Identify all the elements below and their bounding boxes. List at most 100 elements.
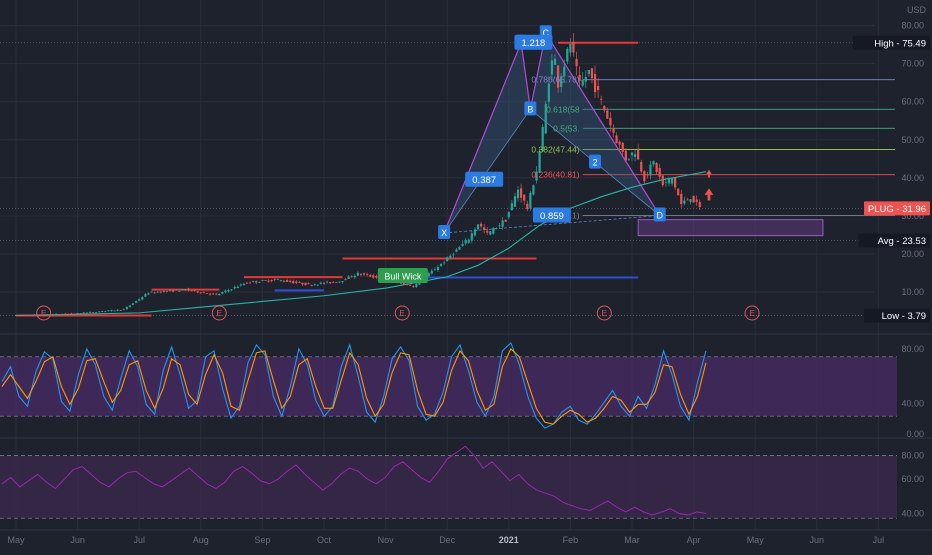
candle-body [661,175,664,186]
candle-body [526,203,529,210]
candle-body [680,193,683,205]
harmonic-point-d[interactable]: D [653,207,666,222]
wave-label-text: 2 [593,158,598,168]
y-tick-label: 50.00 [901,135,924,145]
candle-body [513,196,517,207]
candle-body [85,312,88,314]
x-tick-label: Aug [193,535,209,545]
candle-body [637,149,640,160]
candle-body [510,203,513,211]
candle-body [409,284,412,286]
candle-body [153,292,156,294]
candle-body [304,282,307,286]
candle-body [17,315,21,317]
candle-body [683,200,686,204]
candle-body [489,231,492,235]
candle-body [627,158,631,160]
wave-label[interactable]: 2 [589,154,602,169]
candle-body [199,292,202,294]
candle-body [279,280,282,281]
candle-body [362,273,366,275]
candle-body [516,189,520,199]
price-badge-avg[interactable]: Avg - 23.53 [858,233,930,248]
pattern-ratio-label[interactable]: 1.218 [514,34,553,50]
harmonic-point-b[interactable]: B [524,101,537,116]
candle-body [261,280,264,282]
candle-body [649,164,652,176]
candle-body [150,291,153,293]
candle-body [335,281,338,283]
harmonic-point-text: B [527,104,533,114]
x-tick-label: May [747,535,765,545]
candle-body [486,230,489,233]
earnings-marker-text: E [217,309,222,318]
candle-body [501,220,504,227]
candle-body [597,85,600,91]
price-badge-plug[interactable]: PLUG - 31.96 [864,201,930,216]
candle-body [224,290,227,293]
candle-body [443,262,446,264]
candle-body [686,199,689,201]
candle-body [603,105,606,111]
candle-body [569,43,572,53]
stoch-y-tick-label: 0.00 [906,429,924,439]
candle-body [58,314,61,316]
candle-body [292,281,295,284]
bull-wick-annotation[interactable]: Bull Wick [377,267,428,283]
candle-body [202,292,205,294]
price-badge-text: Avg - 23.53 [878,236,926,247]
candle-body [212,293,215,295]
candle-body [181,289,184,290]
candle-body [196,291,199,293]
harmonic-point-x[interactable]: X [438,224,451,239]
candle-body [572,42,575,53]
candle-body [325,281,329,283]
candle-body [236,286,239,289]
candle-body [677,188,680,196]
plug-price-chart[interactable]: May Jun Jul Aug Sep Oct Nov Dec 2021 Feb Mar Apr May… [0,0,932,550]
candle-body [73,313,76,315]
candle-body [612,128,615,133]
candle-body [215,293,218,295]
pattern-ratio-text: 0.387 [472,175,496,186]
pattern-ratio-label[interactable]: 0.859 [532,207,571,223]
candle-body [128,305,132,308]
candle-body [436,266,440,271]
candle-body [618,141,621,145]
candle-body [652,161,655,165]
candle-body [110,310,113,312]
y-tick-label: 60.00 [901,97,924,107]
fib-level-label: 0.382(47.44) [531,144,579,154]
currency-label: USD [907,5,927,15]
x-tick-label: Nov [378,535,395,545]
candle-body [264,280,267,281]
candle-body [276,279,279,281]
candle-body [138,299,141,301]
earnings-marker-text: E [400,309,405,318]
candle-body [479,223,483,227]
candle-body [295,281,298,283]
candle-body [242,283,246,285]
candle-body [600,98,603,100]
price-badge-low[interactable]: Low - 3.79 [864,308,930,323]
candle-body [319,282,323,284]
x-tick-label: 2021 [499,535,519,545]
x-tick-label: Apr [687,535,701,545]
price-badge-text: PLUG - 31.96 [868,204,926,215]
candle-body [282,280,286,282]
candle-body [233,287,236,289]
candle-body [107,310,110,312]
fib-level-label: 0.5(53. [553,123,579,133]
candle-body [104,311,107,312]
pattern-ratio-label[interactable]: 0.387 [465,171,504,187]
candle-body [646,174,649,176]
candle-body [452,254,455,256]
candle-body [606,110,609,119]
y-tick-label: 80.00 [901,21,924,31]
price-badge-high[interactable]: High - 75.49 [852,35,930,50]
fib-level-label: 0.236(40.81) [531,170,579,180]
candle-body [523,194,526,201]
candle-body [495,228,498,229]
harmonic-point-text: X [441,228,447,238]
target-zone[interactable] [637,219,824,237]
